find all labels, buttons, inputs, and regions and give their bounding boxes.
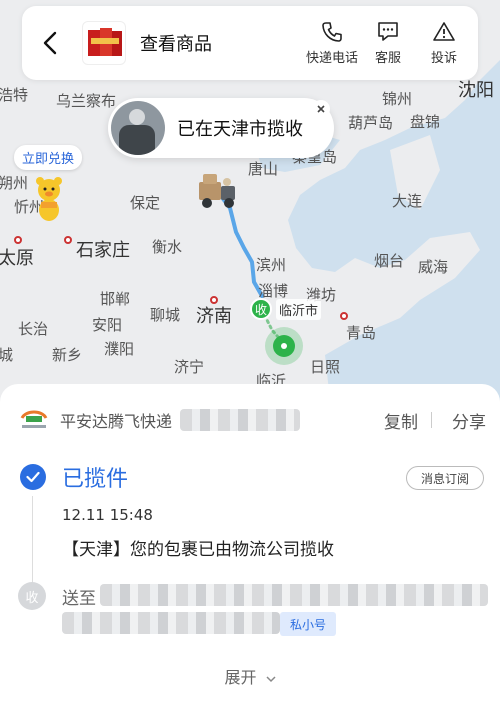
timeline-line (32, 496, 33, 588)
check-icon (20, 464, 46, 490)
back-button[interactable] (30, 6, 70, 80)
city-marker (64, 236, 72, 244)
status-title: 已揽件 (62, 467, 129, 492)
location-marker (265, 327, 303, 365)
courier-phone-label: 快递电话 (305, 50, 358, 66)
phone-icon (322, 21, 342, 42)
complaint-button[interactable]: 投诉 (416, 21, 472, 66)
city-marker (340, 312, 348, 320)
city-label: 邯郸 (100, 290, 131, 308)
event-description: 【天津】您的包裹已由物流公司揽收 (62, 540, 334, 560)
top-bar: 查看商品 快递电话 客服 投诉 (22, 6, 478, 80)
city-marker (210, 296, 218, 304)
city-label: 滨州 (256, 256, 287, 274)
privacy-number-badge: 私小号 (280, 612, 336, 636)
city-label: 烟台 (374, 252, 405, 270)
expand-label: 展开 (224, 668, 257, 687)
subscribe-button[interactable]: 消息订阅 (406, 466, 484, 490)
city-label: 葫芦岛 (348, 114, 394, 132)
courier-truck-icon (199, 174, 235, 208)
city-label: 保定 (130, 194, 161, 212)
city-marker (14, 236, 22, 244)
customer-service-button[interactable]: 客服 (360, 21, 416, 66)
chevron-down-icon (266, 676, 276, 683)
chevron-left-icon (43, 31, 57, 55)
city-label: 浩特 (0, 86, 29, 104)
city-label: 济南 (196, 306, 232, 327)
complaint-label: 投诉 (430, 50, 457, 66)
close-icon[interactable] (312, 100, 330, 118)
send-to-label: 送至 (62, 589, 96, 609)
city-label: 唐山 (248, 160, 279, 178)
city-label: 濮阳 (104, 340, 135, 358)
courier-row: 平安达腾飞快递 复制 分享 (0, 406, 500, 434)
city-label: 威海 (418, 258, 449, 276)
address-redacted (100, 584, 488, 606)
city-label: 锦州 (382, 90, 413, 108)
city-label: 新乡 (52, 346, 83, 364)
expand-button[interactable]: 展开 (0, 664, 500, 688)
city-label: 聊城 (150, 306, 181, 324)
share-button[interactable]: 分享 (452, 408, 486, 433)
view-product-title[interactable]: 查看商品 (140, 30, 304, 56)
city-label: 青岛 (346, 324, 377, 342)
tracking-number-redacted (180, 409, 301, 431)
city-label: 长治 (18, 320, 49, 338)
courier-logo-icon (20, 410, 48, 428)
destination-label: 临沂市 (276, 298, 322, 320)
courier-name: 平安达腾飞快递 (60, 412, 173, 431)
copy-button[interactable]: 复制 (384, 408, 418, 433)
product-thumbnail[interactable] (82, 21, 126, 65)
city-label: 城 (0, 346, 14, 364)
city-label: 盘锦 (410, 113, 441, 131)
warning-icon (433, 21, 455, 41)
receive-badge: 收 (250, 298, 272, 320)
courier-avatar (111, 101, 165, 155)
mascot-icon[interactable] (32, 176, 66, 224)
chat-icon (378, 21, 398, 41)
city-label: 石家庄 (76, 240, 130, 261)
status-bubble[interactable]: 已在天津市揽收 (108, 98, 334, 158)
city-label: 衡水 (152, 238, 183, 256)
redeem-button[interactable]: 立即兑换 (14, 145, 83, 170)
destination-marker[interactable]: 收 临沂市 (250, 298, 322, 320)
city-label: 安阳 (92, 316, 123, 334)
city-label: 太原 (0, 248, 34, 269)
city-label: 朔州 (0, 174, 29, 192)
courier-phone-button[interactable]: 快递电话 (304, 21, 360, 66)
city-label: 济宁 (174, 358, 205, 376)
tracking-sheet: 平安达腾飞快递 复制 分享 已揽件 消息订阅 12.11 15:48 【天津】您… (0, 384, 500, 702)
city-label: 乌兰察布 (56, 92, 117, 110)
city-label: 日照 (310, 358, 341, 376)
city-label: 大连 (392, 192, 423, 210)
recipient-redacted (62, 612, 280, 634)
status-bubble-text: 已在天津市揽收 (177, 119, 303, 140)
event-time: 12.11 15:48 (62, 506, 153, 524)
customer-service-label: 客服 (374, 50, 401, 66)
receive-icon: 收 (18, 582, 46, 610)
divider (431, 412, 432, 428)
